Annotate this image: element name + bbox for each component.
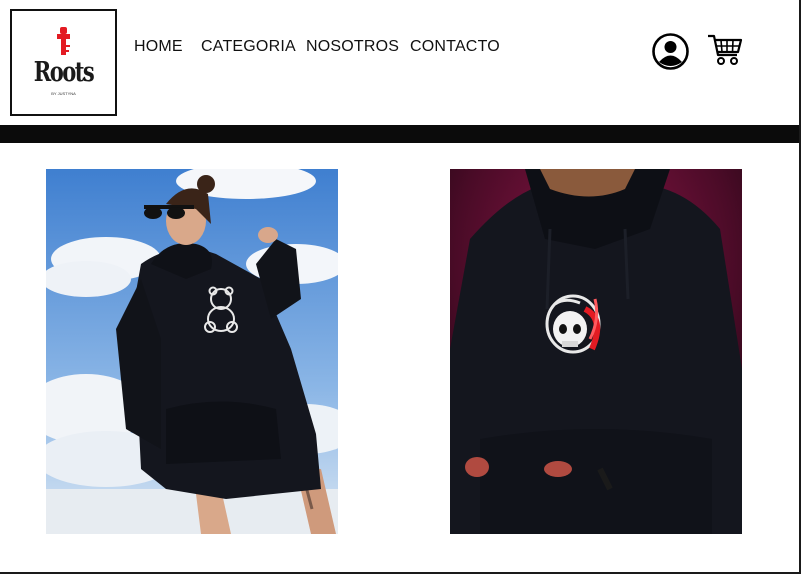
product-card[interactable] — [46, 169, 338, 534]
nav-categoria[interactable]: CATEGORIA — [201, 38, 296, 56]
brand-logo[interactable]: Roots BY JUSTYNA — [10, 9, 117, 116]
product-card[interactable] — [450, 169, 742, 534]
user-account-icon[interactable] — [652, 33, 689, 75]
brand-name: Roots — [33, 57, 95, 88]
brand-tagline: BY JUSTYNA — [51, 91, 76, 96]
nav-contacto[interactable]: CONTACTO — [410, 38, 500, 56]
header-divider-band — [0, 125, 799, 143]
product-image-woman-hoodie — [46, 169, 338, 534]
product-image-man-hoodie — [450, 169, 742, 534]
nav-nosotros[interactable]: NOSOTROS — [306, 38, 399, 56]
shopping-cart-icon[interactable] — [707, 33, 743, 73]
nav-home[interactable]: HOME — [134, 38, 183, 56]
